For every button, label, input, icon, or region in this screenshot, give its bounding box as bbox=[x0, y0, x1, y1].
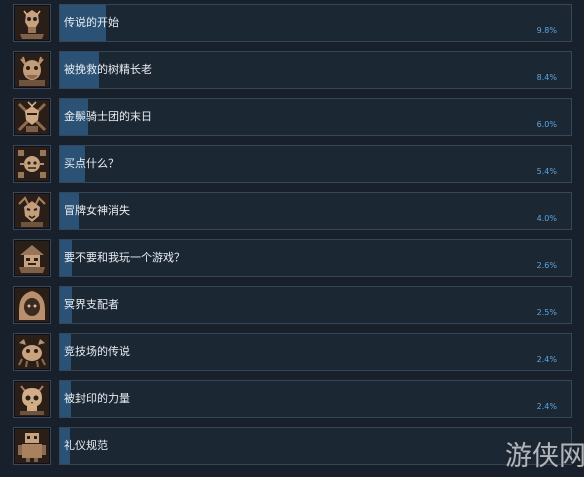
achievement-progress-bar: 金鬃骑士团的末日 6.0% bbox=[59, 98, 572, 136]
achievement-title: 冥界支配者 bbox=[64, 298, 119, 311]
watermark-text: 游侠网 bbox=[505, 441, 584, 472]
achievement-title: 冒牌女神消失 bbox=[64, 204, 130, 217]
achievement-title: 被挽救的树精长老 bbox=[64, 63, 152, 76]
achievement-percent: 6.0% bbox=[536, 120, 557, 129]
achievement-title: 要不要和我玩一个游戏？ bbox=[64, 251, 185, 264]
etiquette-robot-icon bbox=[13, 427, 51, 465]
achievement-progress-bar: 冒牌女神消失 4.0% bbox=[59, 192, 572, 230]
achievement-progress-bar: 被封印的力量 2.4% bbox=[59, 380, 572, 418]
achievement-percent: 8.4% bbox=[536, 73, 557, 82]
achievement-percent: 2.6% bbox=[536, 261, 557, 270]
achievement-percent: 2.4% bbox=[536, 355, 557, 364]
achievement-title: 礼仪规范 bbox=[64, 439, 108, 452]
achievement-title: 金鬃骑士团的末日 bbox=[64, 110, 152, 123]
achievement-percent: 9.8% bbox=[536, 26, 557, 35]
achievement-progress-bar: 传说的开始 9.8% bbox=[59, 4, 572, 42]
fake-goddess-icon bbox=[13, 192, 51, 230]
achievement-row[interactable]: 冥界支配者 2.5% bbox=[0, 282, 584, 329]
achievement-row[interactable]: 买点什么？ 5.4% bbox=[0, 141, 584, 188]
achievement-row[interactable]: 冒牌女神消失 4.0% bbox=[0, 188, 584, 235]
achievement-title: 买点什么？ bbox=[64, 157, 119, 170]
achievement-row[interactable]: 被挽救的树精长老 8.4% bbox=[0, 47, 584, 94]
hooded-reaper-icon bbox=[13, 286, 51, 324]
achievement-progress-bar: 要不要和我玩一个游戏？ 2.6% bbox=[59, 239, 572, 277]
treant-elder-icon bbox=[13, 51, 51, 89]
skull-knight-icon bbox=[13, 4, 51, 42]
golden-mane-knight-icon bbox=[13, 98, 51, 136]
achievement-title: 传说的开始 bbox=[64, 16, 119, 29]
achievement-row[interactable]: 传说的开始 9.8% bbox=[0, 0, 584, 47]
achievement-row[interactable]: 金鬃骑士团的末日 6.0% bbox=[0, 94, 584, 141]
arena-crab-icon bbox=[13, 333, 51, 371]
achievement-title: 被封印的力量 bbox=[64, 392, 130, 405]
achievement-row[interactable]: 竞技场的传说 2.4% bbox=[0, 329, 584, 376]
achievement-row[interactable]: 被封印的力量 2.4% bbox=[0, 376, 584, 423]
achievement-progress-bar: 买点什么？ 5.4% bbox=[59, 145, 572, 183]
achievement-title: 竞技场的传说 bbox=[64, 345, 130, 358]
achievement-percent: 4.0% bbox=[536, 214, 557, 223]
jester-icon bbox=[13, 239, 51, 277]
achievement-percent: 2.5% bbox=[536, 308, 557, 317]
site-watermark-logo: 游侠网 bbox=[496, 428, 584, 472]
achievement-progress-bar: 被挽救的树精长老 8.4% bbox=[59, 51, 572, 89]
achievement-percent: 2.4% bbox=[536, 402, 557, 411]
achievement-percent: 5.4% bbox=[536, 167, 557, 176]
achievement-progress-bar: 冥界支配者 2.5% bbox=[59, 286, 572, 324]
achievement-progress-bar: 竞技场的传说 2.4% bbox=[59, 333, 572, 371]
merchant-icon bbox=[13, 145, 51, 183]
achievement-row[interactable]: 要不要和我玩一个游戏？ 2.6% bbox=[0, 235, 584, 282]
sealed-skull-icon bbox=[13, 380, 51, 418]
